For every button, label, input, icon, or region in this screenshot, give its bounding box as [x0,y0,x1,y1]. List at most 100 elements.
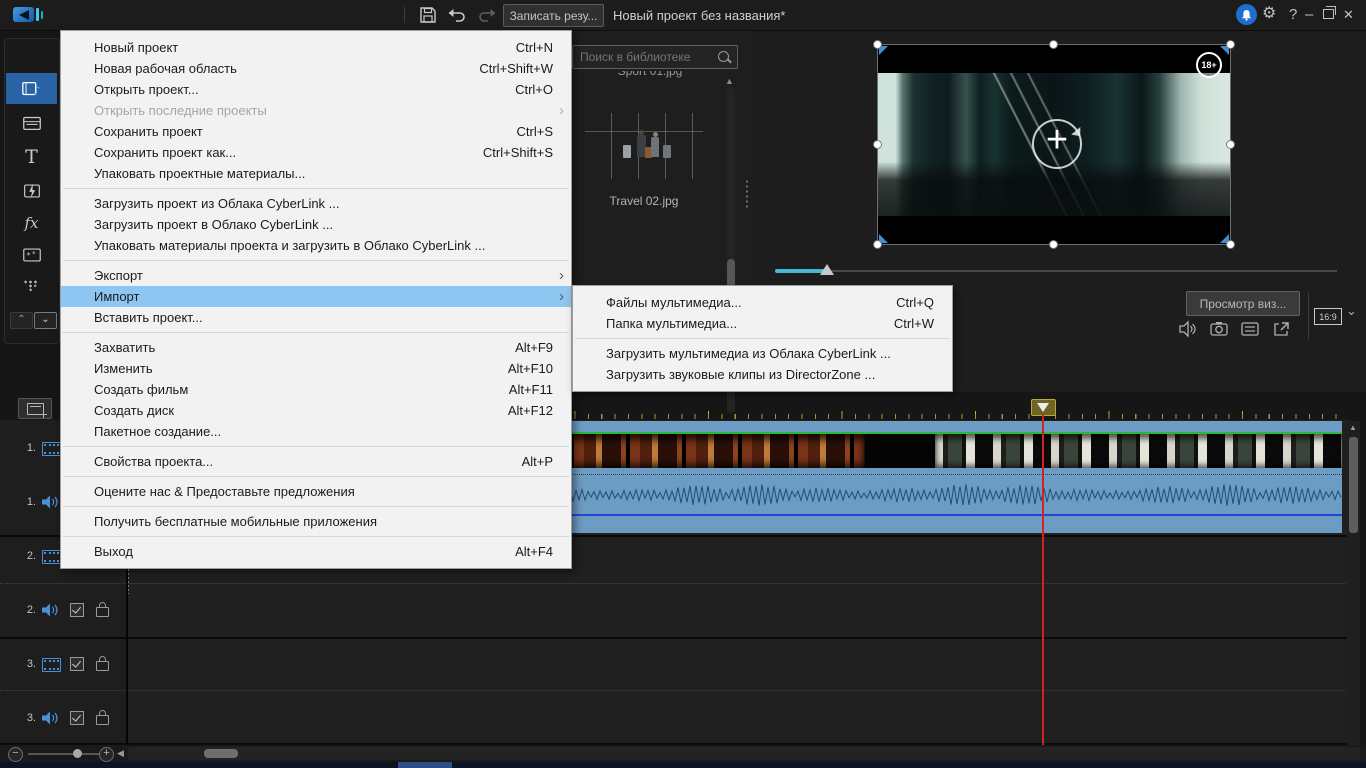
menu-bar [58,0,162,30]
menu-item-shortcut: Alt+F12 [507,403,553,418]
selection-handle-bl[interactable] [873,240,882,249]
redo-icon[interactable] [477,6,497,24]
menu-item-label: Создать фильм [94,382,189,397]
preview-seekbar[interactable] [775,270,1337,272]
zoom-slider-handle[interactable] [73,749,82,758]
menu-item-label: Упаковать материалы проекта и загрузить … [94,238,486,253]
file-menu-item[interactable]: Упаковать проектные материалы... [61,163,571,189]
minimize-icon[interactable]: – [1305,5,1313,25]
sidebar-item-more-rooms[interactable] [6,271,57,302]
selection-handle-tr[interactable] [1226,40,1235,49]
sidebar-item-media-room[interactable]: ♪ [6,73,57,104]
file-menu-item[interactable]: Выход Alt+F4 [61,541,571,562]
selection-handle-br[interactable] [1226,240,1235,249]
file-menu-item[interactable]: Экспорт [61,265,571,286]
file-menu-item[interactable]: Получить бесплатные мобильные приложения [61,511,571,537]
preview-seek-handle[interactable] [820,264,834,275]
record-result-button[interactable]: Записать резу... [503,4,604,27]
menu-item-shortcut: Ctrl+N [515,40,553,55]
sidebar-scroll-up-button[interactable]: ⌃ [10,312,33,329]
scroll-up-icon[interactable]: ▲ [1349,423,1357,432]
track-lock-icon[interactable] [96,602,109,617]
notification-bell-icon[interactable] [1236,4,1257,25]
timeline-horizontal-scrollbar[interactable] [128,747,1360,760]
chevron-down-icon[interactable]: ⌄ [1346,303,1357,319]
video-track-icon [42,442,61,456]
import-submenu-item[interactable]: Загрузить мультимедиа из Облака CyberLin… [573,343,952,364]
sidebar-item-text-room[interactable]: T [6,141,57,172]
library-thumbnail-travel[interactable] [585,113,703,179]
selection-handle-tl[interactable] [873,40,882,49]
aspect-ratio-badge[interactable]: 16:9 [1314,308,1342,325]
taskbar-active-app [398,762,452,768]
track-number: 1. [26,496,36,508]
file-menu-item[interactable]: Новый проект Ctrl+N [61,37,571,58]
text-tool-icon: T [25,145,38,168]
track-lock-icon[interactable] [96,656,109,671]
file-menu-item[interactable]: Оцените нас & Предоставьте предложения [61,481,571,507]
file-menu-item[interactable]: Свойства проекта... Alt+P [61,451,571,477]
selection-handle-r[interactable] [1226,140,1235,149]
selection-handle-b[interactable] [1049,240,1058,249]
snapshot-camera-icon[interactable] [1209,319,1229,339]
file-menu-item[interactable]: Пакетное создание... [61,421,571,447]
track-number: 3. [26,658,36,670]
menu-item-label: Открыть последние проекты [94,103,267,118]
preview-video-frame[interactable]: 18+ + [873,40,1235,249]
search-input[interactable] [573,46,720,68]
import-submenu-item[interactable]: Файлы мультимедиа... Ctrl+Q [573,292,952,313]
undock-window-icon[interactable] [1271,319,1291,339]
import-submenu-item[interactable]: Загрузить звуковые клипы из DirectorZone… [573,364,952,385]
settings-gear-icon[interactable]: ⚙ [1262,4,1276,24]
import-submenu-item[interactable]: Папка мультимедиа... Ctrl+W [573,313,952,339]
track-enable-checkbox[interactable] [70,603,84,617]
zoom-slider[interactable] [28,753,100,755]
menu-item-shortcut: Alt+P [521,454,553,469]
panel-splitter-handle[interactable] [745,179,749,209]
selection-handle-l[interactable] [873,140,882,149]
details-list-icon[interactable] [1240,319,1260,339]
restore-window-icon[interactable] [1323,6,1336,19]
close-icon[interactable]: ✕ [1343,5,1354,25]
track-lock-icon[interactable] [96,710,109,725]
sidebar-item-transition-room[interactable] [6,175,57,206]
sidebar-item-effect-room[interactable]: fx [6,207,57,238]
file-menu-item[interactable]: Загрузить проект в Облако CyberLink ... [61,214,571,235]
file-menu-item[interactable]: Изменить Alt+F10 [61,358,571,379]
playhead-line[interactable] [1042,414,1044,745]
track-manager-button[interactable] [18,398,52,419]
file-menu-item[interactable]: Загрузить проект из Облака CyberLink ... [61,193,571,214]
rotate-control[interactable]: + [1032,119,1082,169]
scroll-left-icon[interactable]: ◀ [117,748,124,759]
preview-quality-button[interactable]: Просмотр виз... [1186,291,1300,316]
selection-handle-t[interactable] [1049,40,1058,49]
zoom-out-button[interactable]: − [8,747,23,762]
file-menu-item[interactable]: Создать фильм Alt+F11 [61,379,571,400]
help-icon[interactable]: ? [1289,5,1297,25]
file-menu-item[interactable]: Вставить проект... [61,307,571,333]
sidebar-scroll-down-button[interactable]: ⌄ [34,312,57,329]
track-enable-checkbox[interactable] [70,657,84,671]
track-enable-checkbox[interactable] [70,711,84,725]
file-menu-item[interactable]: Создать диск Alt+F12 [61,400,571,421]
sidebar-item-title-room[interactable] [6,107,57,138]
file-menu-item[interactable]: Захватить Alt+F9 [61,337,571,358]
file-menu-item[interactable]: Упаковать материалы проекта и загрузить … [61,235,571,261]
file-menu-item[interactable]: Новая рабочая область Ctrl+Shift+W [61,58,571,79]
sidebar-item-particle-room[interactable]: * * [6,239,57,270]
save-icon[interactable] [418,6,438,24]
library-scroll-up-icon[interactable]: ▲ [725,76,734,86]
timeline-vertical-scrollbar[interactable]: ▲ [1347,421,1360,745]
library-item-label-clipped: Sport 01.jpg [617,71,683,78]
undo-icon[interactable] [447,6,467,24]
file-menu-item[interactable]: Импорт [61,286,571,307]
horizontal-scroll-thumb[interactable] [204,749,238,758]
vertical-scroll-thumb[interactable] [1349,437,1358,533]
file-menu-item[interactable]: Сохранить проект как... Ctrl+Shift+S [61,142,571,163]
file-menu-item[interactable]: Сохранить проект Ctrl+S [61,121,571,142]
menu-item-label: Оцените нас & Предоставьте предложения [94,484,355,499]
zoom-in-button[interactable]: + [99,747,114,762]
file-menu-item[interactable]: Открыть проект... Ctrl+O [61,79,571,100]
speaker-icon[interactable] [1178,319,1198,339]
file-menu-item[interactable]: Открыть последние проекты [61,100,571,121]
